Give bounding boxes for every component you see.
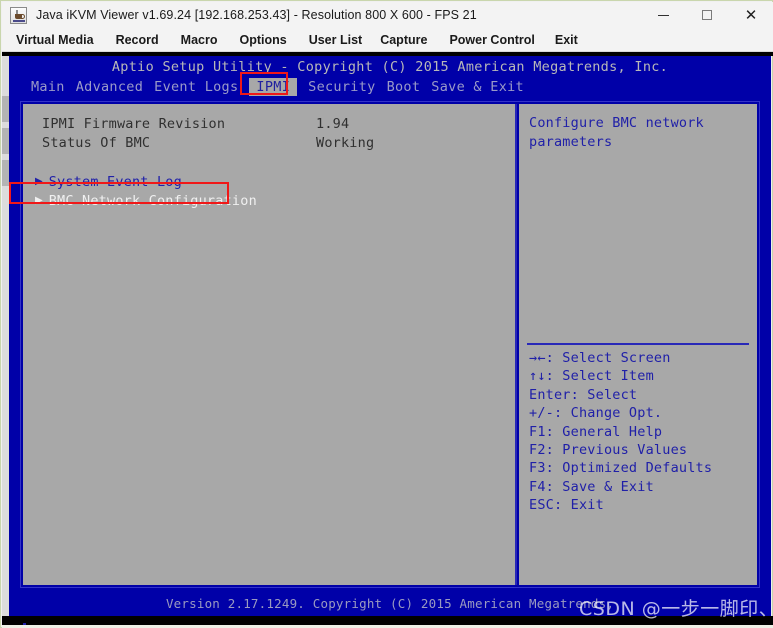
titlebar: Java iKVM Viewer v1.69.24 [192.168.253.4… [2,2,773,28]
tab-advanced[interactable]: Advanced [76,78,143,96]
menubar: Virtual Media Record Macro Options User … [2,28,773,52]
tab-ipmi[interactable]: IPMI [249,78,298,96]
tab-save-and-exit[interactable]: Save & Exit [431,78,524,96]
menu-item-power-control[interactable]: Power Control [449,31,534,49]
menu-item-virtual-media[interactable]: Virtual Media [16,31,94,49]
menu-item-user-list[interactable]: User List [309,31,363,49]
ikvm-viewer-window: Java iKVM Viewer v1.69.24 [192.168.253.4… [0,0,773,628]
keyboard-legend: →←: Select Screen ↑↓: Select Item Enter:… [529,350,713,514]
menu-entry-system-event-log[interactable]: ▶ System Event Log [35,173,182,191]
bios-screen: Aptio Setup Utility - Copyright (C) 2015… [9,56,771,616]
close-icon: ✕ [744,5,758,24]
info-label-ipmi-firmware-revision: IPMI Firmware Revision [42,116,226,132]
bios-version-text: Version 2.17.1249. Copyright (C) 2015 Am… [165,595,615,611]
info-label-status-of-bmc: Status Of BMC [42,135,151,151]
kvm-sidebar-sliver [2,56,9,616]
bios-header-title: Aptio Setup Utility - Copyright (C) 2015… [111,59,669,75]
bios-tabbar: Main Advanced Event Logs IPMI Security B… [31,78,524,96]
triangle-right-icon: ▶ [35,195,43,206]
menu-item-exit[interactable]: Exit [555,31,578,49]
tab-security[interactable]: Security [308,78,375,96]
window-controls: ✕ [641,2,773,28]
minimize-icon [657,14,669,16]
menu-item-capture[interactable]: Capture [380,31,427,49]
window-title: Java iKVM Viewer v1.69.24 [192.168.253.4… [36,8,477,22]
menu-item-macro[interactable]: Macro [181,31,218,49]
minimize-button[interactable] [641,2,685,28]
csdn-watermark: CSDN @一步一脚印、 [579,598,773,620]
maximize-icon [702,10,712,20]
info-value-status-of-bmc: Working [316,135,375,151]
close-button[interactable]: ✕ [729,2,773,28]
tab-boot[interactable]: Boot [387,78,421,96]
menu-entry-system-event-log-label: System Event Log [48,174,182,190]
maximize-button[interactable] [685,2,729,28]
menu-item-options[interactable]: Options [239,31,286,49]
menu-item-record[interactable]: Record [116,31,159,49]
tab-event-logs[interactable]: Event Logs [154,78,238,96]
info-value-ipmi-firmware-revision: 1.94 [316,116,350,132]
help-description-text: Configure BMC network parameters [529,115,704,150]
triangle-right-icon: ▶ [35,176,43,187]
menu-entry-bmc-network-configuration-label: BMC Network Configuration [48,193,257,209]
bios-content-frame: IPMI Firmware Revision 1.94 Status Of BM… [20,101,760,588]
menu-entry-bmc-network-configuration[interactable]: ▶ BMC Network Configuration [35,192,257,210]
legend-separator [527,343,749,345]
tab-main[interactable]: Main [31,78,65,96]
bios-help-panel: Configure BMC network parameters →←: Sel… [519,104,757,585]
bios-main-panel: IPMI Firmware Revision 1.94 Status Of BM… [23,104,517,585]
java-coffee-cup-icon [10,6,27,24]
